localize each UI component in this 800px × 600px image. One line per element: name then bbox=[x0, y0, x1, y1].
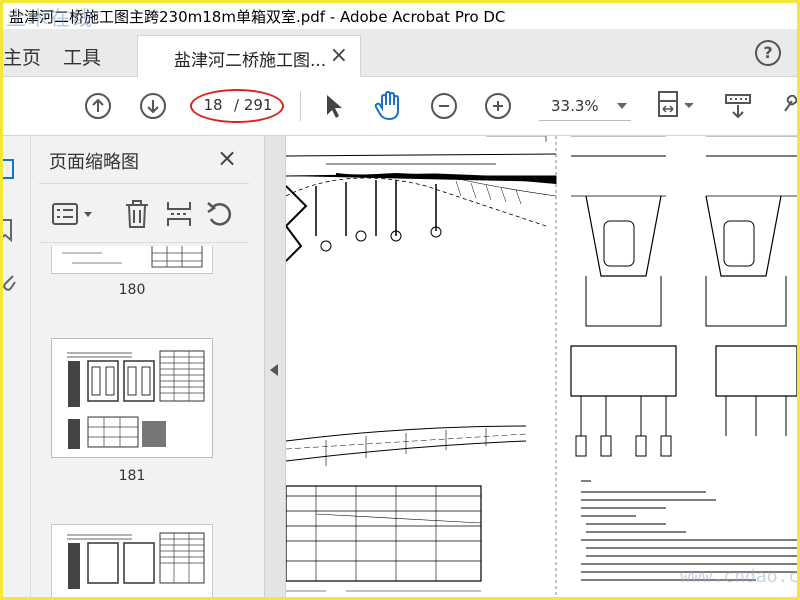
panel-toolbar bbox=[39, 183, 249, 243]
panel-title: 页面缩略图 bbox=[49, 152, 139, 173]
main-toolbar: 18 / 291 33.3% bbox=[3, 77, 797, 136]
page-fit-icon[interactable] bbox=[655, 89, 695, 123]
thumbnail-drawing bbox=[62, 246, 203, 268]
tab-home[interactable]: 主页 bbox=[3, 43, 41, 70]
select-pointer-icon[interactable] bbox=[323, 93, 345, 119]
thumbnail-page-182[interactable] bbox=[51, 524, 213, 597]
link-icon[interactable] bbox=[779, 95, 797, 117]
red-circle-annotation bbox=[190, 89, 284, 123]
zoom-in-button[interactable] bbox=[485, 93, 511, 119]
chevron-down-icon bbox=[617, 103, 627, 109]
title-bar: 盐津河二桥施工图主跨230m18m单箱双室.pdf - Adobe Acroba… bbox=[3, 3, 797, 29]
engineering-drawing bbox=[286, 136, 797, 597]
arrow-up-icon bbox=[92, 98, 104, 112]
panel-collapse-handle[interactable] bbox=[264, 136, 286, 597]
close-panel-icon[interactable]: × bbox=[217, 144, 237, 172]
watermark-logo: 土木在线 bbox=[6, 6, 94, 30]
thumbnail-label: 181 bbox=[118, 468, 146, 484]
arrow-down-icon bbox=[147, 100, 159, 114]
thumbnail-options-icon[interactable] bbox=[51, 202, 95, 226]
hand-tool-icon[interactable] bbox=[373, 90, 405, 122]
scroll-mode-icon[interactable] bbox=[723, 91, 755, 121]
zoom-select[interactable]: 33.3% bbox=[539, 91, 631, 121]
thumbnail-page-180[interactable] bbox=[51, 246, 213, 274]
document-tab-label: 盐津河二桥施工图... bbox=[174, 51, 327, 71]
tab-bar: 主页 工具 盐津河二桥施工图... × ? bbox=[3, 29, 797, 78]
thumbnail-drawing bbox=[67, 532, 205, 589]
page-thumbnails-icon[interactable] bbox=[3, 158, 17, 180]
thumbnail-list: 180 181 bbox=[39, 246, 247, 597]
tab-document[interactable]: 盐津河二桥施工图... × bbox=[137, 35, 361, 78]
delete-icon[interactable] bbox=[123, 199, 151, 229]
previous-page-button[interactable] bbox=[85, 93, 111, 119]
page-navigation: 18 / 291 bbox=[190, 89, 284, 123]
attachments-icon[interactable] bbox=[3, 272, 17, 294]
thumbnail-page-181[interactable] bbox=[51, 338, 213, 458]
help-icon[interactable]: ? bbox=[755, 40, 781, 66]
rotate-icon[interactable] bbox=[205, 199, 235, 229]
bookmarks-icon[interactable] bbox=[3, 218, 17, 242]
next-page-button[interactable] bbox=[140, 93, 166, 119]
zoom-in-icon bbox=[493, 101, 503, 111]
toolbar-divider bbox=[300, 91, 301, 121]
thumbnail-label: 180 bbox=[118, 282, 146, 298]
watermark-site: www.cndao.com bbox=[680, 566, 800, 587]
insert-page-icon[interactable] bbox=[165, 199, 193, 229]
zoom-out-button[interactable] bbox=[431, 93, 457, 119]
thumbnail-drawing bbox=[67, 350, 205, 449]
thumbnails-panel: 页面缩略图 × 180 181 bbox=[31, 136, 283, 597]
close-tab-icon[interactable]: × bbox=[330, 43, 348, 68]
zoom-out-icon bbox=[439, 105, 449, 107]
zoom-value: 33.3% bbox=[551, 97, 599, 115]
document-view[interactable] bbox=[286, 136, 797, 597]
left-navigation-rail bbox=[3, 136, 31, 597]
tab-tools[interactable]: 工具 bbox=[63, 43, 101, 70]
collapse-arrow-icon bbox=[270, 364, 278, 376]
